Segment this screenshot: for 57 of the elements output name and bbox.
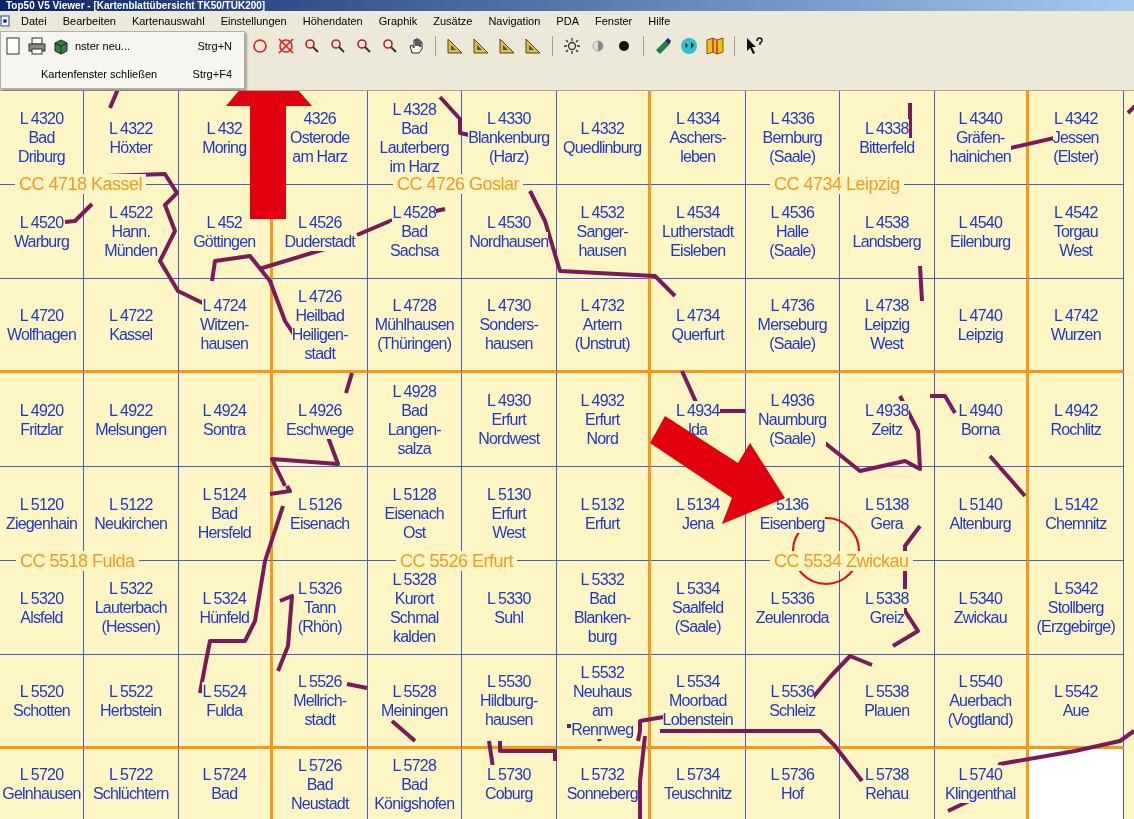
menu-entry[interactable]: nster neu... Strg+N [1,32,244,60]
menu-item[interactable]: Kartenauswahl [123,15,213,27]
cc-sheet-label: CC 4726 Goslar [393,174,524,194]
menu-item[interactable]: PDA [548,15,587,27]
menu-item[interactable]: Zusätze [425,15,481,27]
hand-icon[interactable] [406,36,426,56]
menu-item[interactable]: Fenster [587,15,641,27]
sheet-name: Bernburg (Saale) [762,128,822,166]
menu-item[interactable]: Datei [13,15,55,27]
sheet-name: Saalfeld (Saale) [672,598,724,636]
ruler-icon[interactable] [445,36,465,56]
menu-item[interactable]: Navigation [480,15,549,27]
menu-item[interactable]: Graphik [370,15,426,27]
sheet-name: Sonneberg [566,784,638,803]
map-icon[interactable] [705,36,725,56]
blank-page-icon[interactable] [3,36,23,56]
sheet-name: Artern (Unstrut) [574,315,630,353]
sheet-name: Jessen (Elster) [1052,128,1099,166]
printer-icon[interactable] [27,36,47,56]
sheet-number: L 5730 [486,765,531,784]
sheet-name: Auerbach (Vogtland) [947,691,1013,729]
help-icon[interactable] [744,36,764,56]
sheet-name: Coburg [484,784,533,803]
sun-icon[interactable] [562,36,582,56]
ruler-icon[interactable] [471,36,491,56]
cc-sheet-label: CC 5518 Fulda [16,551,139,571]
cc-sheet-label: CC 5526 Erfurt [396,551,518,571]
menu-item[interactable]: Bearbeiten [54,15,124,27]
ruler-icon[interactable] [497,36,517,56]
sheet-name: Merseburg (Saale) [757,315,827,353]
ruler-icon[interactable] [523,36,543,56]
sheet-name: Tann (Rhön) [297,598,342,636]
menu-item[interactable]: Höhendaten [294,15,371,27]
sheet-number: L 4938 [864,400,909,420]
circle-icon[interactable] [250,36,270,56]
window-title: Top50 V5 Viewer - [Kartenblattübersicht TK50/TÜK200] [0,0,1134,11]
sheet-name: Bad Driburg [18,128,65,166]
cc-sheet-label: CC 5534 Zwickau [770,551,913,571]
menu-item[interactable]: Hilfe [640,15,679,27]
sheet-number: L 4528 [392,203,436,222]
app-icon [0,15,10,27]
cc-sheet-label: CC 4734 Leipzig [770,174,904,194]
sheet-name: Blankenburg (Harz) [468,128,550,166]
cc-sheet-label: CC 4718 Kassel [15,174,147,194]
sheet-name: Lauterbach (Hessen) [94,598,167,636]
sheet-name: Stollberg (Erzgebirge) [1036,598,1115,636]
menu-entry[interactable]: Kartenfenster schließen Strg+F4 [1,60,244,88]
menu-item[interactable]: Einstellungen [212,15,295,27]
sheet-number: L 4338 [864,118,909,138]
globe-icon[interactable] [679,36,699,56]
sheet-name: Naumburg (Saale) [758,410,827,448]
sheet-number: L 5740 [958,765,1002,784]
sheet-name: Klingenthal [945,784,1016,803]
crossed-circle-icon[interactable] [276,36,296,56]
sheet-number: L 5338 [864,588,909,608]
sheet-name: Mühlhausen (Thüringen) [374,315,454,353]
sheet-name: Halle (Saale) [769,222,816,260]
